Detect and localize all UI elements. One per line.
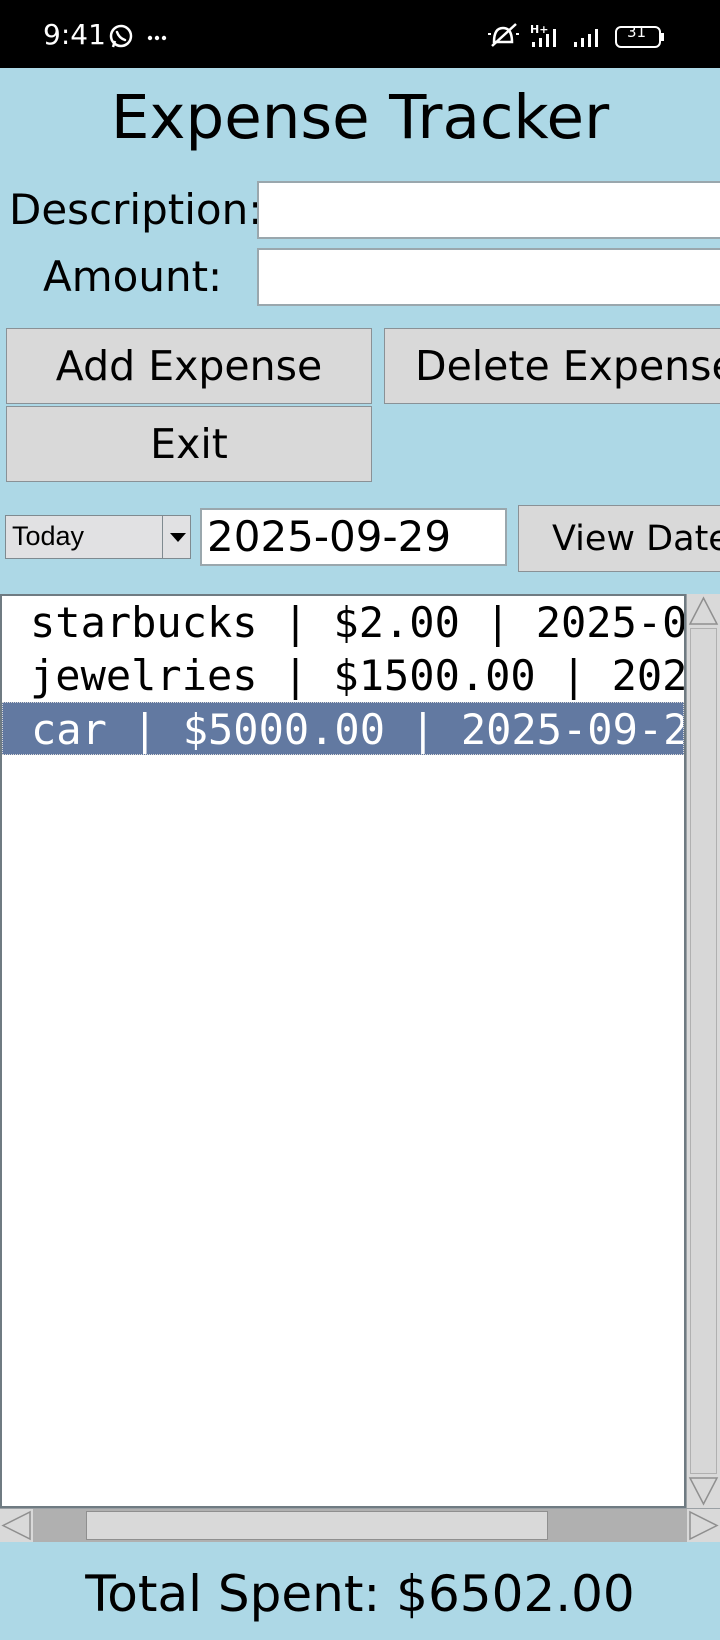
horizontal-scroll-thumb[interactable] xyxy=(86,1511,548,1540)
list-item[interactable]: jewelries | $1500.00 | 2025-09-29 xyxy=(2,649,684,702)
chevron-down-icon xyxy=(170,533,186,542)
select-arrow-button[interactable] xyxy=(162,516,190,558)
description-label: Description: xyxy=(9,185,263,234)
scroll-up-arrow-icon[interactable] xyxy=(687,594,720,628)
view-date-button[interactable]: View Date xyxy=(518,505,720,572)
status-right-icons: H+ 31 xyxy=(488,22,678,54)
description-field[interactable] xyxy=(257,181,720,239)
scroll-right-arrow-icon[interactable] xyxy=(687,1509,720,1542)
delete-expense-button[interactable]: Delete Expense xyxy=(384,328,720,404)
status-left-icons xyxy=(108,22,168,54)
date-filter-select[interactable]: Today xyxy=(5,515,191,559)
page-title: Expense Tracker xyxy=(110,82,610,153)
add-expense-button[interactable]: Add Expense xyxy=(6,328,372,404)
exit-button[interactable]: Exit xyxy=(6,406,372,482)
signal-icon xyxy=(574,29,598,47)
battery-level: 31 xyxy=(627,23,647,41)
whatsapp-icon xyxy=(109,24,133,48)
more-icon xyxy=(147,35,167,41)
amount-label: Amount: xyxy=(43,252,223,301)
status-time: 9:41 xyxy=(43,18,106,51)
date-field[interactable]: 2025-09-29 xyxy=(200,508,507,566)
mute-icon xyxy=(488,23,519,47)
total-spent-label: Total Spent: $6502.00 xyxy=(85,1565,635,1623)
horizontal-scrollbar[interactable] xyxy=(0,1508,720,1542)
svg-text:H+: H+ xyxy=(530,23,548,36)
scroll-down-arrow-icon[interactable] xyxy=(687,1474,720,1508)
vertical-scroll-track[interactable] xyxy=(690,628,717,1474)
list-item[interactable]: starbucks | $2.00 | 2025-09-29 xyxy=(2,596,684,649)
date-filter-value: Today xyxy=(12,521,85,551)
expense-list[interactable]: starbucks | $2.00 | 2025-09-29 jewelries… xyxy=(0,594,686,1508)
signal-hplus-icon: H+ xyxy=(530,23,556,47)
scroll-left-arrow-icon[interactable] xyxy=(0,1509,33,1542)
vertical-scrollbar[interactable] xyxy=(686,594,720,1508)
status-bar: 9:41 H+ 31 xyxy=(0,0,720,68)
amount-field[interactable] xyxy=(257,248,720,306)
list-item[interactable]: car | $5000.00 | 2025-09-29 xyxy=(2,702,684,755)
